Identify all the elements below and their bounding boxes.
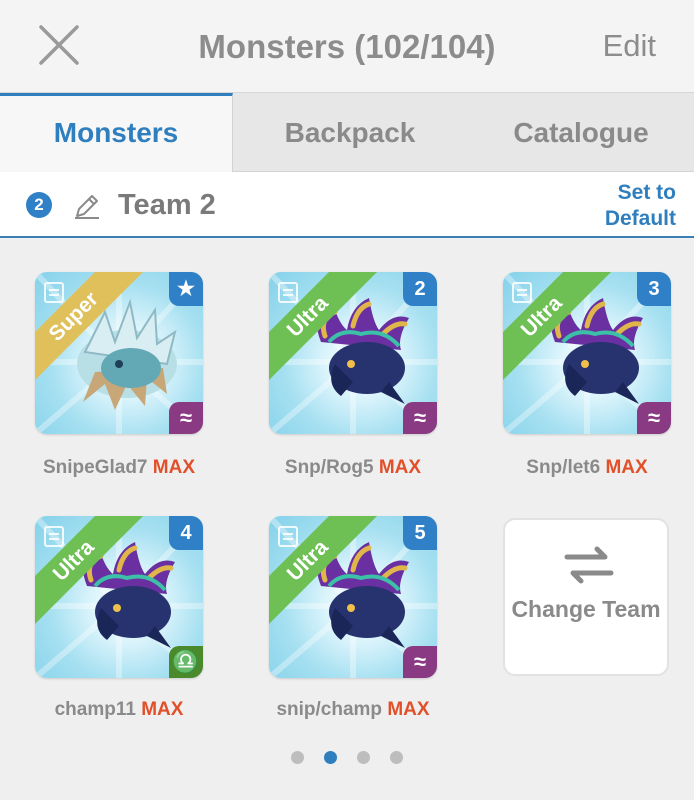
change-team-label: Change Team [511,596,661,622]
tab-catalogue[interactable]: Catalogue [468,93,694,173]
element-icon: ≈ [169,402,203,434]
element-icon: ♎ [169,646,203,678]
page-dot[interactable] [390,751,403,764]
team-slot-badge: ★ [169,272,203,306]
page-dot[interactable] [291,751,304,764]
level-max-badge: MAX [605,457,648,478]
team-slot-badge: 4 [169,516,203,550]
tab-bar: Monsters Backpack Catalogue [0,92,694,174]
monster-card[interactable]: Ultra 5 ≈ [269,516,437,678]
top-bar: Monsters (102/104) Edit [0,0,694,92]
edit-button[interactable]: Edit [603,28,656,64]
notes-icon[interactable] [277,524,299,548]
monster-name-label: Snp/Rog5 MAX [243,457,463,479]
notes-icon[interactable] [277,280,299,304]
team-slot-badge: 3 [637,272,671,306]
monster-card[interactable]: Super ★ ≈ [35,272,203,434]
notes-icon[interactable] [43,280,65,304]
monster-name: SnipeGlad7 [42,457,148,478]
level-max-badge: MAX [387,699,430,720]
monster-name: snip/champ [276,699,383,720]
element-icon: ≈ [403,646,437,678]
monster-name-label: champ11 MAX [9,699,229,721]
page-dot[interactable] [324,751,337,764]
monster-name-label: SnipeGlad7 MAX [9,457,229,479]
tab-backpack[interactable]: Backpack [234,93,466,173]
pencil-icon[interactable] [72,191,102,221]
element-icon: ≈ [637,402,671,434]
element-icon: ≈ [403,402,437,434]
monster-card[interactable]: Ultra 4 ♎ [35,516,203,678]
notes-icon[interactable] [43,524,65,548]
monster-name: champ11 [54,699,136,720]
monster-card[interactable]: Ultra 2 ≈ [269,272,437,434]
set-to-default-button[interactable]: Set to Default [586,180,676,232]
page-dot[interactable] [357,751,370,764]
level-max-badge: MAX [378,457,422,478]
team-bar: 2 Team 2 Set to Default [0,172,694,238]
change-team-button[interactable]: Change Team [503,518,669,676]
tab-monsters[interactable]: Monsters [0,93,233,174]
page-title: Monsters (102/104) [198,28,496,65]
notes-icon[interactable] [511,280,533,304]
team-number-badge: 2 [26,192,52,218]
monster-name-label: snip/champ MAX [243,699,463,721]
team-slot-badge: 2 [403,272,437,306]
level-max-badge: MAX [141,699,184,720]
monster-card[interactable]: Ultra 3 ≈ [503,272,671,434]
level-max-badge: MAX [152,457,196,478]
page-indicator [0,751,694,765]
team-slot-badge: 5 [403,516,437,550]
swap-arrows-icon [564,546,614,584]
monster-name-label: Snp/let6 MAX [477,457,694,479]
monster-name: Snp/let6 [526,457,601,478]
monster-name: Snp/Rog5 [284,457,374,478]
team-name[interactable]: Team 2 [118,189,216,222]
